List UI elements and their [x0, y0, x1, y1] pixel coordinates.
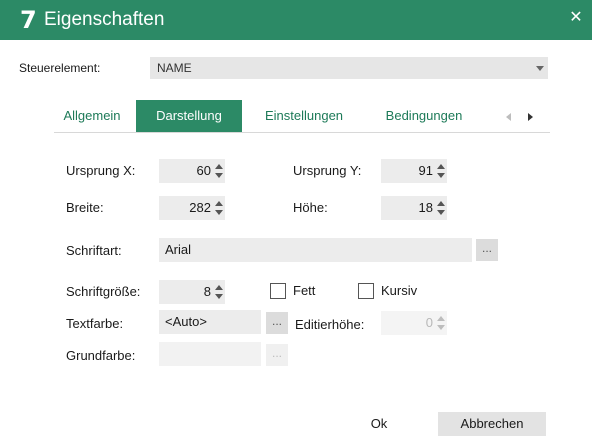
tab-scroll-left-icon[interactable]	[506, 113, 511, 121]
breite-label: Breite:	[66, 200, 104, 215]
tab-divider	[54, 132, 550, 133]
fett-label: Fett	[293, 283, 316, 298]
hoehe-input[interactable]: 18	[381, 196, 435, 220]
textfarbe-browse-button[interactable]: ...	[266, 312, 288, 334]
tab-scroll-right-icon[interactable]	[528, 113, 533, 121]
editierhoehe-spinner[interactable]	[435, 311, 447, 335]
spin-up-icon	[215, 164, 223, 169]
close-icon[interactable]: ✕	[566, 6, 586, 28]
steuerelement-value: NAME	[157, 61, 192, 75]
editierhoehe-label: Editierhöhe:	[295, 317, 365, 332]
ursprung-x-spinner[interactable]	[213, 159, 225, 183]
steuerelement-select[interactable]: NAME	[150, 57, 548, 79]
ok-button[interactable]: Ok	[340, 412, 418, 436]
spin-down-icon	[215, 173, 223, 178]
textfarbe-field[interactable]: <Auto>	[159, 310, 261, 334]
breite-spinner[interactable]	[213, 196, 225, 220]
breite-input[interactable]: 282	[159, 196, 213, 220]
fett-checkbox[interactable]	[270, 283, 286, 299]
editierhoehe-input[interactable]: 0	[381, 311, 435, 335]
spin-down-icon	[437, 173, 445, 178]
hoehe-label: Höhe:	[293, 200, 328, 215]
spin-down-icon	[215, 294, 223, 299]
grundfarbe-field[interactable]	[159, 342, 261, 366]
ursprung-x-input[interactable]: 60	[159, 159, 213, 183]
schriftgroesse-label: Schriftgröße:	[66, 284, 141, 299]
window-title: Eigenschaften	[44, 9, 165, 30]
spin-up-icon	[437, 164, 445, 169]
app-logo-icon: 7	[20, 6, 37, 34]
ursprung-y-label: Ursprung Y:	[293, 163, 362, 178]
hoehe-spinner[interactable]	[435, 196, 447, 220]
schriftart-browse-button[interactable]: ...	[476, 239, 498, 261]
schriftart-label: Schriftart:	[66, 243, 122, 258]
steuerelement-label: Steuerelement:	[19, 61, 101, 75]
kursiv-label: Kursiv	[381, 283, 418, 298]
cancel-button[interactable]: Abbrechen	[438, 412, 546, 436]
spin-up-icon	[215, 285, 223, 290]
ursprung-y-spinner[interactable]	[435, 159, 447, 183]
ursprung-x-label: Ursprung X:	[66, 163, 136, 178]
tab-bedingungen[interactable]: Bedingungen	[370, 100, 478, 132]
spin-up-icon	[437, 316, 445, 321]
tab-allgemein[interactable]: Allgemein	[54, 100, 130, 132]
schriftgroesse-input[interactable]: 8	[159, 280, 213, 304]
schriftart-field[interactable]: Arial	[159, 238, 472, 262]
chevron-down-icon	[536, 66, 544, 71]
schriftgroesse-spinner[interactable]	[213, 280, 225, 304]
spin-up-icon	[215, 201, 223, 206]
spin-up-icon	[437, 201, 445, 206]
kursiv-checkbox[interactable]	[358, 283, 374, 299]
spin-down-icon	[437, 325, 445, 330]
tab-einstellungen[interactable]: Einstellungen	[250, 100, 358, 132]
ursprung-y-input[interactable]: 91	[381, 159, 435, 183]
spin-down-icon	[437, 210, 445, 215]
textfarbe-label: Textfarbe:	[66, 316, 124, 331]
grundfarbe-browse-button[interactable]: ...	[266, 344, 288, 366]
grundfarbe-label: Grundfarbe:	[66, 348, 136, 363]
spin-down-icon	[215, 210, 223, 215]
tab-darstellung[interactable]: Darstellung	[136, 100, 242, 132]
